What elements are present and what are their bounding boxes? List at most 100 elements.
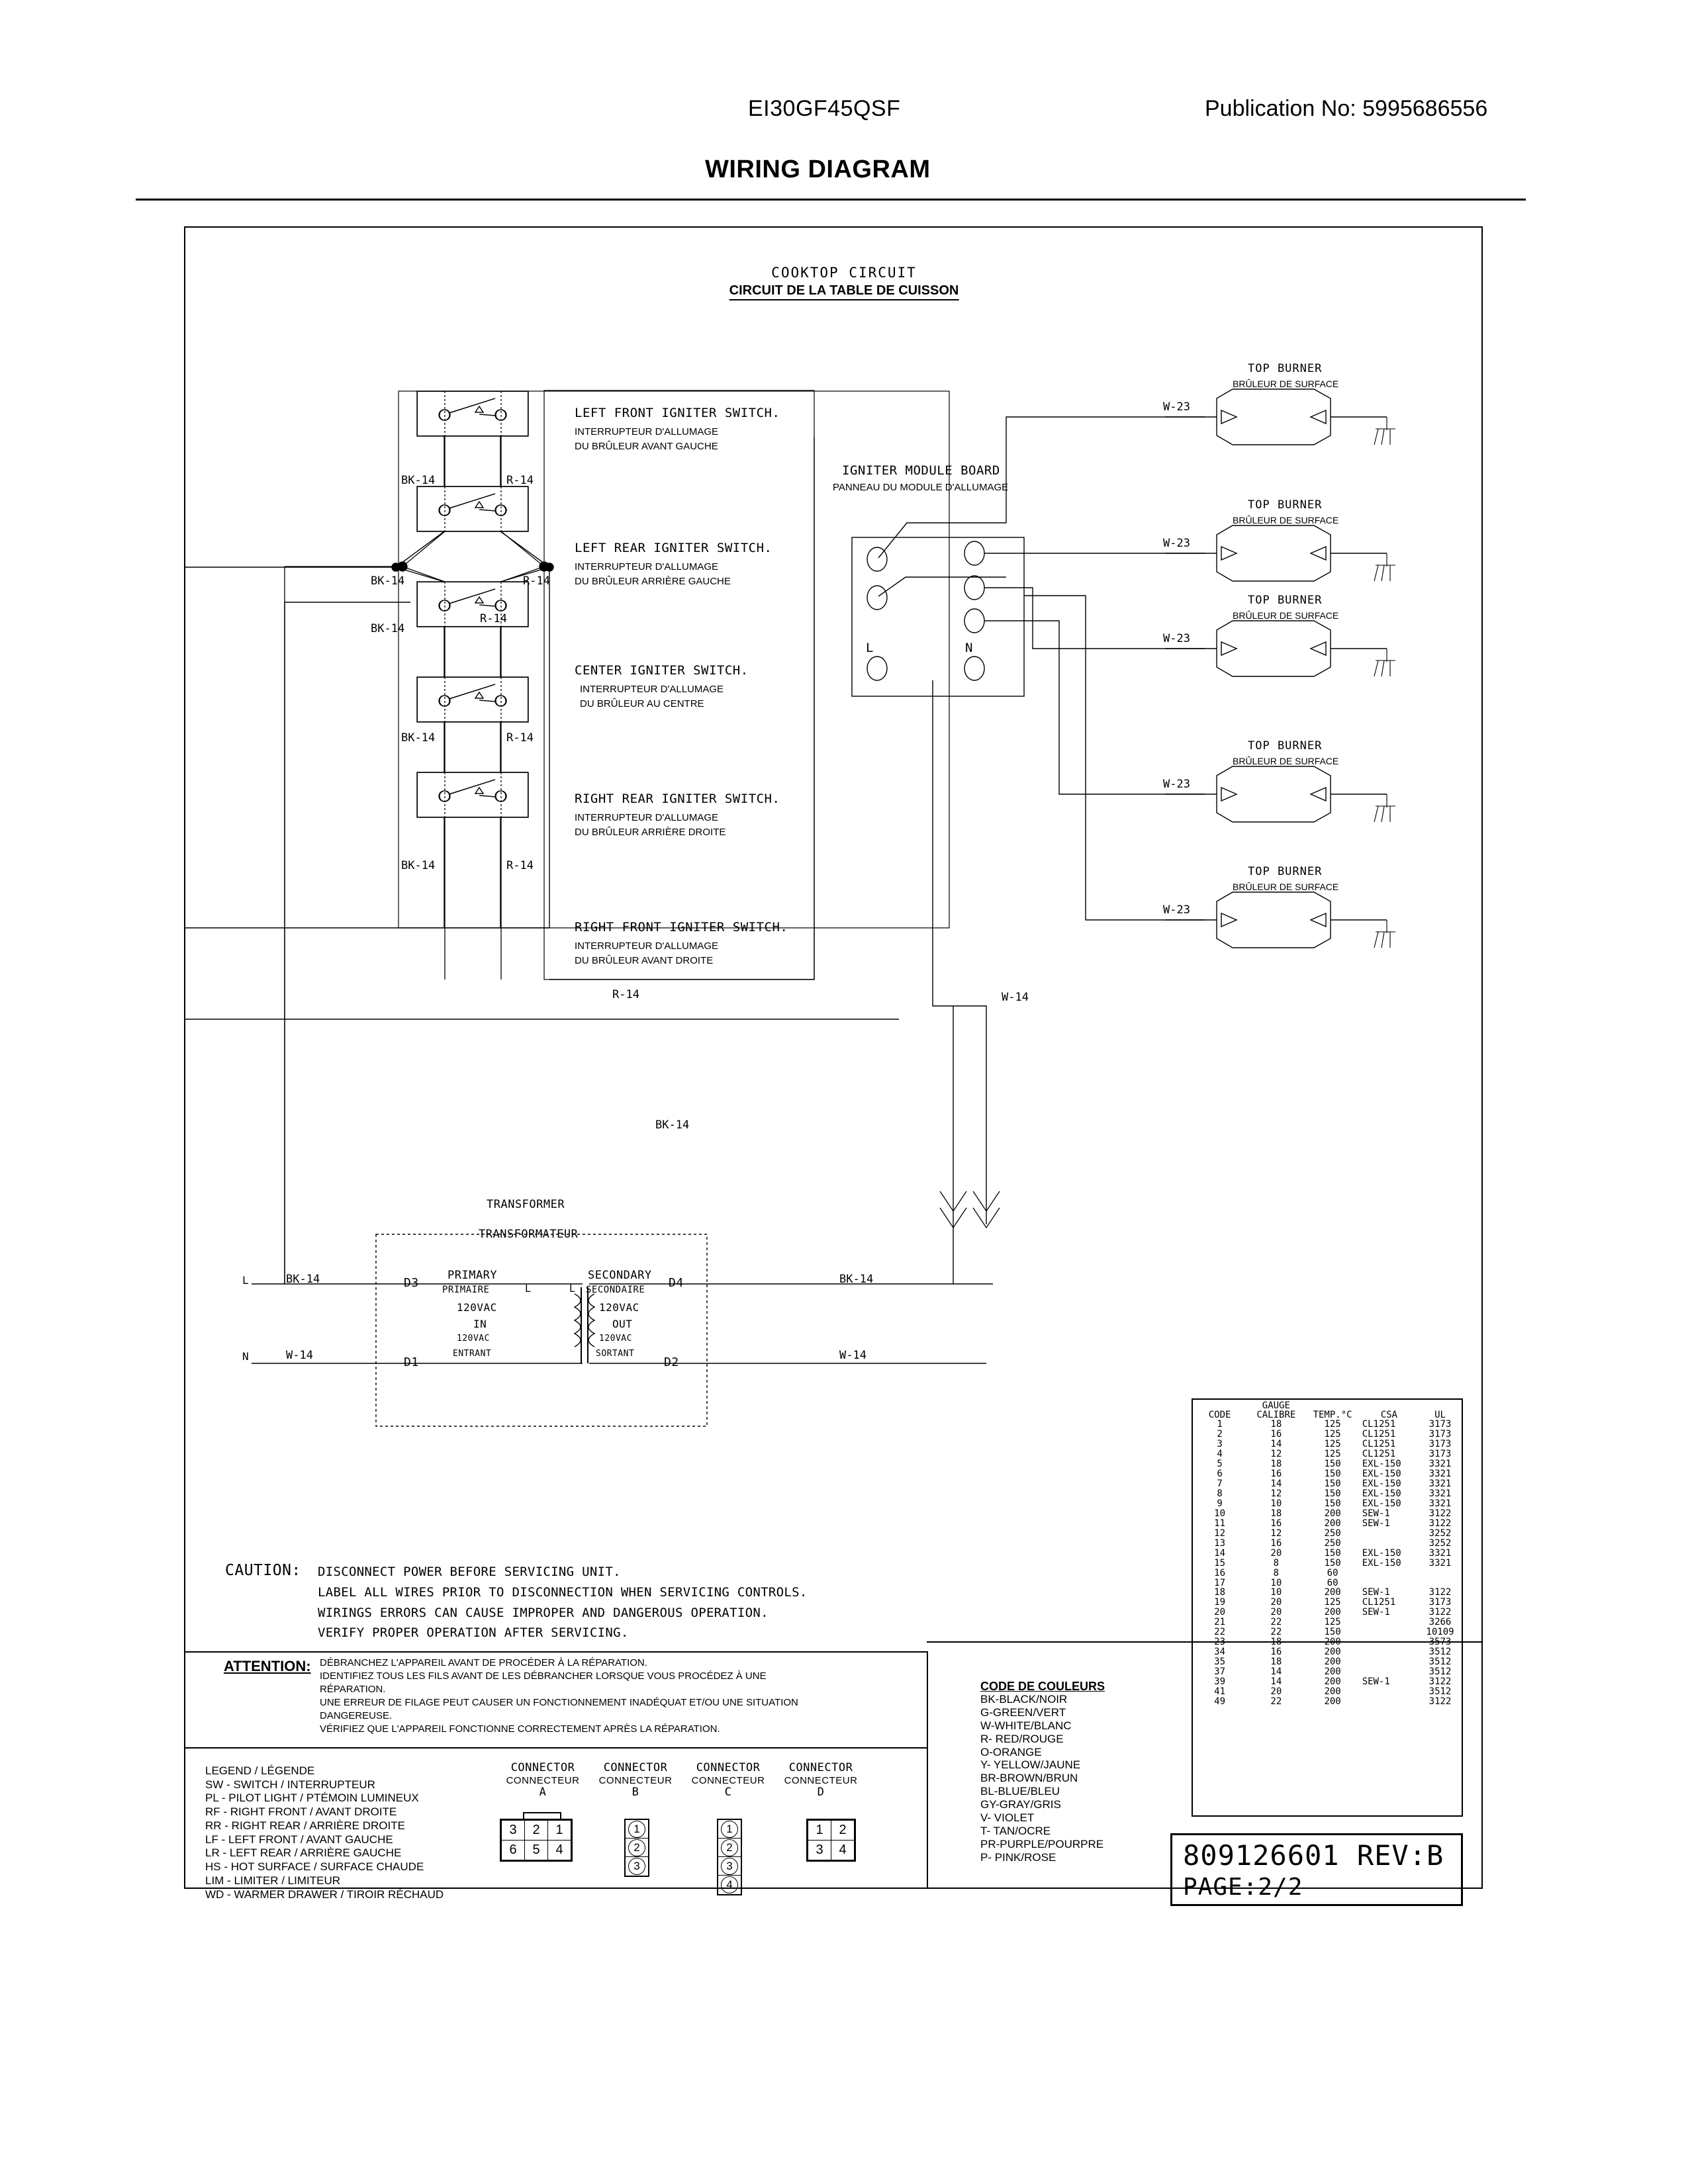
table-cell: 3252: [1429, 1537, 1452, 1549]
table-cell: 20: [1214, 1607, 1226, 1618]
connector-b-pin-1-cell[interactable]: 1: [626, 1820, 648, 1839]
burner-wire-3: W-23: [1163, 632, 1190, 645]
table-cell: 8: [1273, 1567, 1280, 1578]
connector-a-pin-4[interactable]: 4: [547, 1840, 571, 1860]
connector-a-pin-6[interactable]: 6: [501, 1840, 525, 1860]
wire-label-bk14-1: BK-14: [401, 474, 436, 487]
table-cell: 3321: [1429, 1458, 1452, 1469]
legend-item: WD - WARMER DRAWER / TIROIR RÉCHAUD: [205, 1888, 444, 1901]
switch-label-right-rear-fr2: DU BRÛLEUR ARRIÈRE DROITE: [575, 827, 726, 838]
attention-label: ATTENTION:: [224, 1658, 311, 1674]
connector-d-pin-2[interactable]: 2: [831, 1820, 855, 1841]
table-row: 15 8 150 EXL-150 3321: [1193, 1558, 1462, 1569]
switch-label-left-rear-fr1: INTERRUPTEUR D'ALLUMAGE: [575, 561, 719, 572]
connector-a-pins: 3 2 1 6 5 4: [501, 1820, 571, 1860]
switch-label-center-en: CENTER IGNITER SWITCH.: [575, 663, 749, 678]
wire-label-r14-bus: R-14: [612, 988, 639, 1001]
connector-c-pin-2: 2: [721, 1839, 738, 1856]
page-number: PAGE:2/2: [1183, 1874, 1303, 1901]
connector-c-id: C: [724, 1785, 732, 1799]
table-cell: 3512: [1429, 1647, 1452, 1658]
connector-a-body[interactable]: 3 2 1 6 5 4: [500, 1819, 573, 1862]
connector-d-pin-3[interactable]: 3: [808, 1840, 831, 1860]
connector-a-row-bottom: 6 5 4: [501, 1840, 571, 1860]
table-row: 14 20 150 EXL-150 3321: [1193, 1547, 1462, 1559]
supply-terminal-N: N: [242, 1350, 250, 1363]
color-code-item: V- VIOLET: [980, 1811, 1035, 1824]
connector-a-pin-1[interactable]: 1: [547, 1820, 571, 1841]
table-row: 20 20 200 SEW-1 3122: [1193, 1608, 1462, 1617]
table-cell: 3321: [1429, 1468, 1452, 1479]
transformer-secondary-fr: SECONDAIRE: [586, 1285, 645, 1295]
table-cell: 18: [1270, 1657, 1282, 1668]
table-cell: 3122: [1429, 1587, 1452, 1598]
connector-d-pin-1[interactable]: 1: [808, 1820, 831, 1841]
table-cell: 3173: [1429, 1428, 1452, 1439]
table-cell: 16: [1270, 1518, 1282, 1529]
connector-a-pin-5[interactable]: 5: [524, 1840, 548, 1860]
transformer-secondary-L: L: [569, 1283, 576, 1295]
connector-b-pin-3-cell[interactable]: 3: [626, 1857, 648, 1876]
connector-c-pin-3-cell[interactable]: 3: [718, 1857, 741, 1876]
connector-d-row-bottom: 3 4: [808, 1840, 855, 1860]
connector-c-body[interactable]: 1 2 3 4: [717, 1819, 742, 1895]
table-cell: CL1251: [1362, 1448, 1396, 1459]
connector-c-pin-1-cell[interactable]: 1: [718, 1820, 741, 1839]
switch-label-center-fr1: INTERRUPTEUR D'ALLUMAGE: [580, 684, 724, 695]
connector-c-pin-2-cell[interactable]: 2: [718, 1839, 741, 1857]
table-cell: 200: [1324, 1686, 1341, 1698]
color-code-item: Y- YELLOW/JAUNE: [980, 1758, 1081, 1772]
connector-a-pin-3[interactable]: 3: [501, 1820, 525, 1841]
connector-c-pin-4-cell[interactable]: 4: [718, 1876, 741, 1894]
table-cell: 3122: [1429, 1696, 1452, 1707]
switch-label-left-rear-en: LEFT REAR IGNITER SWITCH.: [575, 541, 773, 555]
legend-item: HS - HOT SURFACE / SURFACE CHAUDE: [205, 1860, 424, 1874]
connector-b-pin-2-cell[interactable]: 2: [626, 1839, 648, 1857]
caution-line: DISCONNECT POWER BEFORE SERVICING UNIT.: [318, 1565, 621, 1579]
color-code-item: T- TAN/OCRE: [980, 1824, 1051, 1837]
table-cell: [1360, 1569, 1419, 1578]
table-cell: 4: [1217, 1448, 1223, 1459]
connector-d-id: D: [817, 1785, 825, 1799]
table-cell: EXL-150: [1362, 1468, 1401, 1479]
wire-label-r14-5: R-14: [506, 859, 534, 872]
color-code-item: PR-PURPLE/POURPRE: [980, 1837, 1104, 1850]
color-code-item: G-GREEN/VERT: [980, 1706, 1066, 1719]
table-row: 4 12 125 CL1251 3173: [1193, 1449, 1462, 1459]
table-cell: 200: [1324, 1696, 1341, 1707]
caution-line: VERIFY PROPER OPERATION AFTER SERVICING.: [318, 1625, 629, 1641]
col-header-gauge-fr: CALIBRE: [1256, 1410, 1296, 1420]
table-cell: 3173: [1429, 1448, 1452, 1459]
table-cell: 125: [1324, 1597, 1341, 1608]
connector-d-pin-4[interactable]: 4: [831, 1840, 855, 1860]
table-cell: 12: [1270, 1527, 1282, 1539]
table-cell: 150: [1324, 1478, 1341, 1489]
table-row: 21 22 125 3266: [1193, 1617, 1462, 1627]
table-cell: 125: [1324, 1428, 1341, 1439]
table-cell: 37: [1214, 1666, 1226, 1678]
table-row: 22 22 150 10109: [1193, 1627, 1462, 1637]
table-cell: [1419, 1578, 1462, 1588]
switch-label-right-rear-en: RIGHT REAR IGNITER SWITCH.: [575, 792, 780, 806]
table-cell: 5: [1217, 1458, 1223, 1469]
wire-label-r14-1: R-14: [506, 474, 534, 487]
table-cell: 6: [1217, 1468, 1223, 1479]
connector-a-pin-2[interactable]: 2: [524, 1820, 548, 1841]
table-row: 37 14 200 3512: [1193, 1667, 1462, 1677]
transformer-label-fr: TRANSFORMATEUR: [479, 1228, 579, 1241]
switch-label-left-front-fr1: INTERRUPTEUR D'ALLUMAGE: [575, 426, 719, 437]
table-cell: 3321: [1429, 1547, 1452, 1559]
connector-d-body[interactable]: 1 2 3 4: [806, 1819, 856, 1862]
transformer-terminal-d4: D4: [669, 1276, 684, 1290]
table-cell: EXL-150: [1362, 1458, 1401, 1469]
table-cell: CL1251: [1362, 1419, 1396, 1430]
table-cell: [1360, 1539, 1419, 1549]
connector-b-pin-3: 3: [628, 1858, 645, 1875]
table-cell: EXL-150: [1362, 1547, 1401, 1559]
connector-b-id: B: [632, 1785, 639, 1799]
legend-item: LIM - LIMITER / LIMITEUR: [205, 1874, 341, 1887]
connector-b-body[interactable]: 1 2 3: [624, 1819, 649, 1877]
table-cell: 3173: [1429, 1438, 1452, 1449]
table-cell: [1360, 1697, 1419, 1707]
wire-code-rows: 1 18 125 CL1251 3173 2 16 125 CL1251 3173 3 14 125 CL…: [1193, 1420, 1462, 1707]
